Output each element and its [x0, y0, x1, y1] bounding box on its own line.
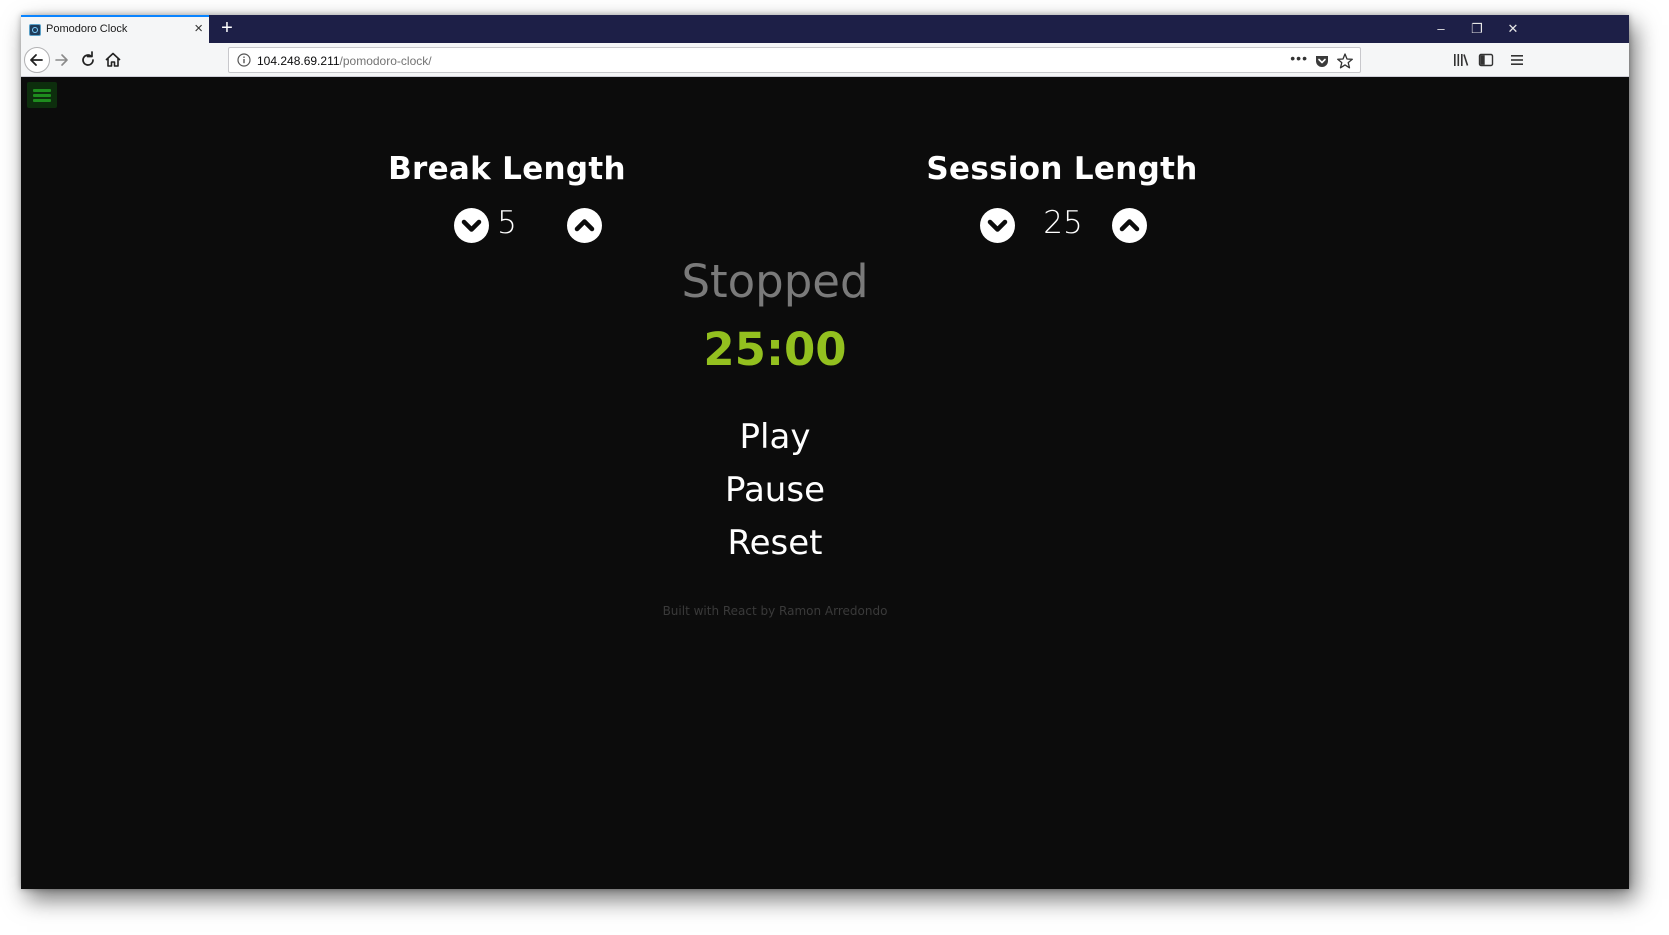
footer-credit: Built with React by Ramon Arredondo [662, 604, 888, 618]
reset-button[interactable]: Reset [625, 523, 925, 563]
break-increment-button[interactable] [567, 208, 602, 243]
back-button[interactable] [24, 47, 50, 73]
page-content: Break Length 5 Session Length 25 Stopped [21, 77, 1629, 889]
bookmark-star-icon[interactable] [1336, 52, 1354, 70]
hamburger-line [33, 94, 51, 97]
url-path: /pomodoro-clock/ [339, 54, 432, 68]
page-actions-more-button[interactable]: ••• [1290, 50, 1308, 66]
new-tab-button[interactable]: + [216, 17, 238, 39]
home-icon [105, 52, 121, 67]
session-length-value: 25 [1043, 205, 1083, 241]
info-icon[interactable] [237, 53, 251, 67]
url-bar[interactable]: 104.248.69.211/pomodoro-clock/ ••• [228, 47, 1361, 73]
chevron-down-icon [987, 219, 1008, 232]
timer-display: 25:00 [703, 323, 847, 376]
tab-close-button[interactable]: × [194, 20, 203, 38]
sidebar-icon[interactable] [1477, 51, 1495, 69]
tab-title: Pomodoro Clock [46, 23, 128, 35]
forward-button[interactable] [51, 49, 73, 71]
favicon-icon [29, 24, 41, 36]
tab-strip: Pomodoro Clock × + – ❐ ✕ [21, 15, 1629, 43]
browser-window: Pomodoro Clock × + – ❐ ✕ 104.248.69.211/… [21, 15, 1629, 889]
timer-status: Stopped [681, 255, 869, 308]
hamburger-line [33, 89, 51, 92]
menu-icon[interactable] [1508, 51, 1526, 69]
chevron-up-icon [1119, 219, 1140, 232]
reload-button[interactable] [77, 49, 99, 71]
chevron-up-icon [574, 219, 595, 232]
hamburger-menu-button[interactable] [27, 82, 57, 108]
url-text[interactable]: 104.248.69.211/pomodoro-clock/ [257, 54, 432, 68]
pocket-icon[interactable] [1314, 53, 1330, 69]
forward-arrow-icon [55, 54, 68, 66]
library-icon[interactable] [1452, 51, 1470, 69]
close-window-button[interactable]: ✕ [1499, 19, 1527, 39]
play-button[interactable]: Play [625, 417, 925, 457]
url-host: 104.248.69.211 [257, 54, 340, 68]
minimize-button[interactable]: – [1427, 19, 1455, 39]
hamburger-line [33, 99, 51, 102]
break-length-title: Break Length [388, 151, 626, 187]
session-decrement-button[interactable] [980, 208, 1015, 243]
reload-icon [82, 51, 94, 66]
back-arrow-icon [30, 54, 43, 66]
session-length-title: Session Length [926, 151, 1198, 187]
pause-button[interactable]: Pause [625, 470, 925, 510]
navigation-bar: 104.248.69.211/pomodoro-clock/ ••• [21, 43, 1629, 77]
break-length-value: 5 [497, 205, 517, 241]
restore-button[interactable]: ❐ [1463, 19, 1491, 39]
home-button[interactable] [102, 49, 124, 71]
tab-pomodoro-clock[interactable]: Pomodoro Clock × [21, 15, 209, 43]
session-increment-button[interactable] [1112, 208, 1147, 243]
